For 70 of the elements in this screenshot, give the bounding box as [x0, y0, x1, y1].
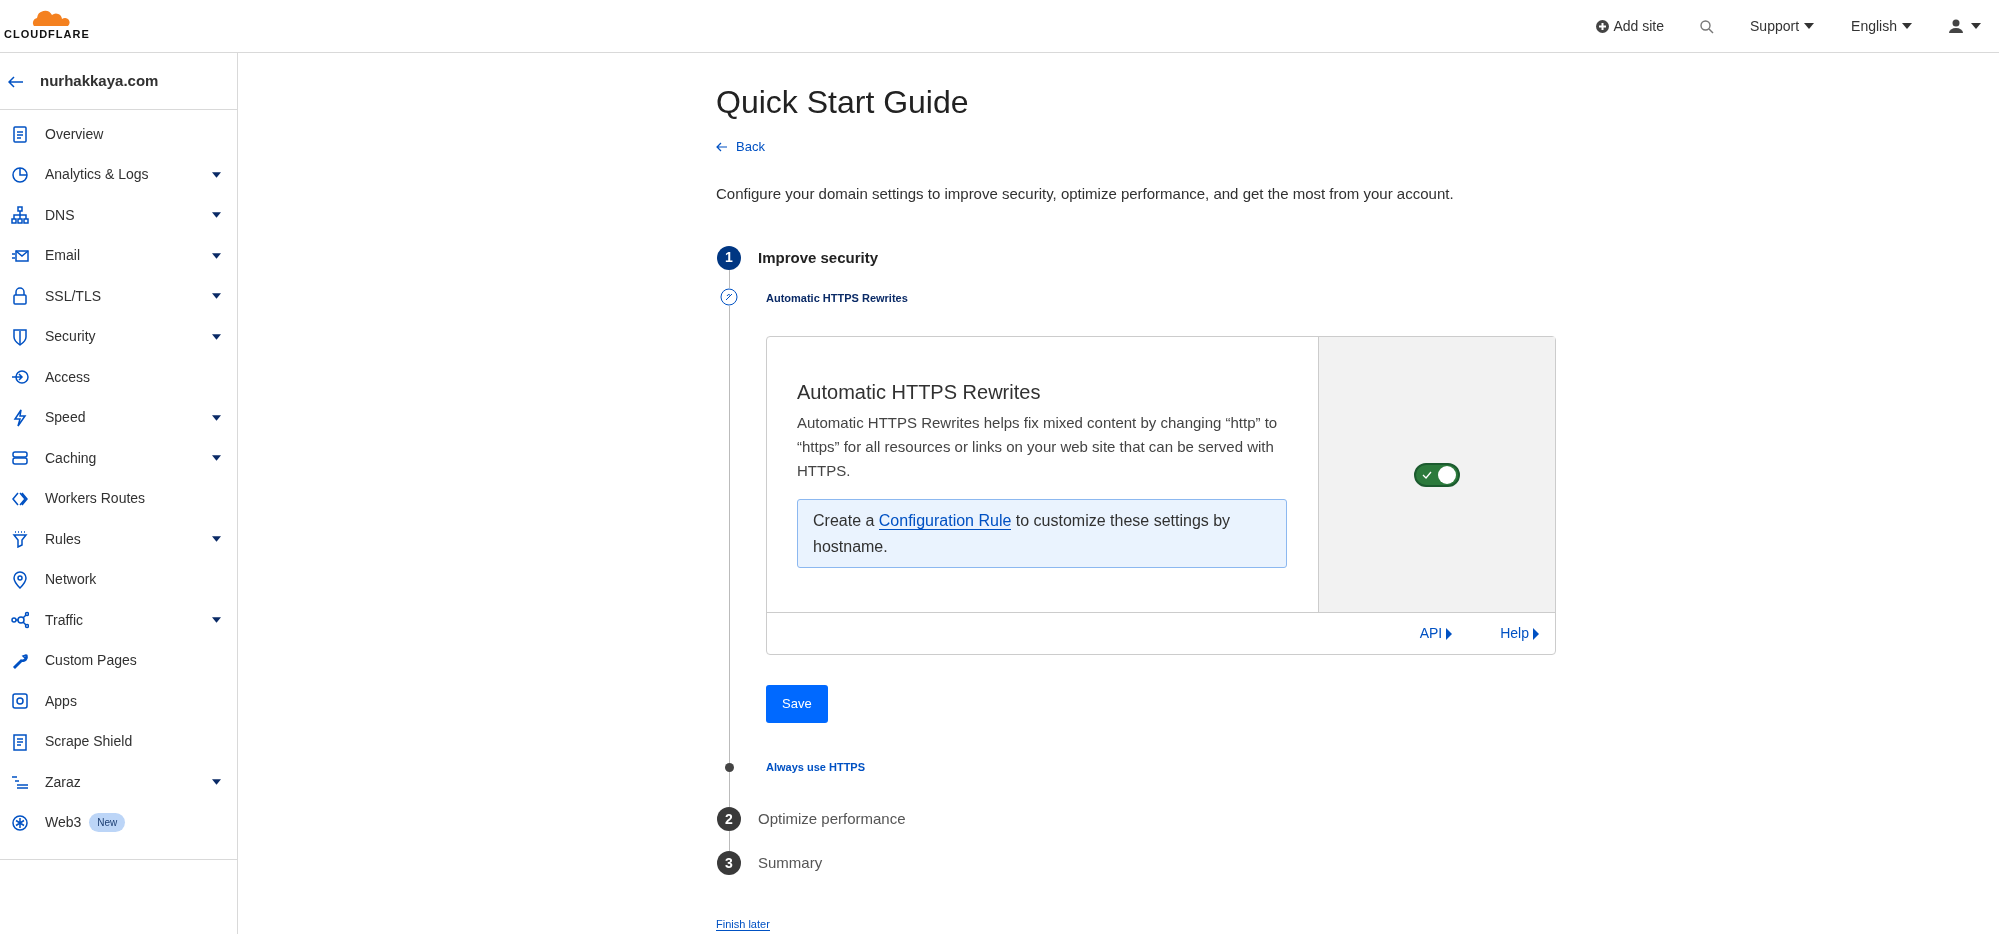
sidebar-item[interactable]: Traffic — [0, 600, 237, 641]
footer-link[interactable]: Help — [1500, 623, 1539, 645]
sidebar-item[interactable]: Custom Pages — [0, 640, 237, 681]
domain-name: nurhakkaya.com — [40, 70, 159, 91]
wrench-icon — [11, 651, 29, 670]
toggle-switch[interactable] — [1414, 462, 1460, 487]
sitemap-icon — [11, 206, 29, 225]
cloud-logo-icon — [30, 9, 70, 27]
caret-icon — [1901, 23, 1913, 29]
sidebar-item[interactable]: Access — [0, 357, 237, 398]
save-button[interactable]: Save — [766, 685, 828, 723]
funnel-icon — [11, 530, 29, 549]
sidebar-item[interactable]: Zaraz — [0, 762, 237, 803]
info-note: Create a Configuration Rule to customize these settings by hostname. — [797, 499, 1287, 569]
support-dropdown[interactable]: Support — [1750, 15, 1816, 37]
plus-circle-icon — [1596, 19, 1610, 33]
left-arrow-icon — [716, 142, 728, 153]
caret-icon — [1803, 23, 1816, 29]
sidebar-item[interactable]: Rules — [0, 519, 237, 560]
configuration-rule-link[interactable]: Configuration Rule — [878, 512, 1012, 531]
step-label: Improve security — [758, 247, 879, 268]
lock-icon — [11, 287, 29, 306]
card-title: Automatic HTTPS Rewrites — [797, 380, 1042, 406]
snowflake-icon — [11, 813, 29, 832]
sidebar-item[interactable]: Workers Routes — [0, 478, 237, 519]
user-menu-button[interactable] — [1949, 19, 1981, 33]
step-label: Summary — [758, 853, 823, 874]
back-link[interactable]: Back — [716, 137, 765, 157]
language-dropdown[interactable]: English — [1851, 15, 1913, 37]
lightning-icon — [11, 408, 29, 427]
triangle-right-icon — [1446, 627, 1453, 640]
sidebar-item[interactable]: Analytics & Logs — [0, 154, 237, 195]
clipboard-icon — [11, 125, 29, 144]
sidebar-item[interactable]: SSL/TLS — [0, 276, 237, 317]
step-number: 3 — [717, 851, 741, 876]
footer-link[interactable]: API — [1419, 623, 1453, 645]
triangle-right-icon — [1533, 627, 1539, 640]
sidebar-item[interactable]: Network — [0, 559, 237, 600]
sidebar-item[interactable]: Caching — [0, 438, 237, 479]
finish-later-link[interactable]: Finish later — [716, 918, 770, 932]
document-icon — [11, 732, 29, 751]
sidebar-item[interactable]: Speed — [0, 397, 237, 438]
sidebar-item[interactable]: Overview — [0, 114, 237, 155]
sidebar-item[interactable]: Scrape Shield — [0, 721, 237, 762]
step-label: Optimize performance — [758, 809, 906, 830]
sidebar-item[interactable]: DNS — [0, 195, 237, 236]
card-description: Automatic HTTPS Rewrites helps fix mixed content by changing “http” to “https” for all resources or links on your web site that can be served with HTTPS. — [797, 413, 1279, 482]
new-badge: New — [89, 813, 126, 833]
caret-icon — [1971, 23, 1981, 29]
user-icon — [1949, 19, 1963, 33]
sidebar-item[interactable]: Apps — [0, 681, 237, 722]
step-number: 1 — [717, 245, 741, 270]
substep-link[interactable]: Always use HTTPS — [766, 758, 1999, 776]
stacked-layers-icon — [11, 449, 29, 468]
page-description: Configure your domain settings to improve security, optimize performance, and get the most from your account. — [716, 184, 1455, 205]
location-pin-icon — [11, 570, 29, 589]
sidebar-item[interactable]: Web3 New — [0, 802, 237, 843]
pie-chart-icon — [11, 165, 29, 184]
sidebar-item[interactable]: Email — [0, 235, 237, 276]
sidebar-item[interactable]: Security — [0, 316, 237, 357]
add-site-button[interactable]: Add site — [1596, 15, 1665, 37]
bars-icon — [11, 773, 29, 792]
sign-in-icon — [11, 368, 29, 387]
page-title: Quick Start Guide — [716, 83, 970, 122]
step-number: 2 — [717, 807, 741, 832]
logo-text: CLOUDFLARE — [4, 27, 90, 43]
shield-icon — [11, 327, 29, 346]
nodes-icon — [11, 611, 29, 630]
substep-link[interactable]: Automatic HTTPS Rewrites — [766, 289, 1999, 307]
check-icon — [1422, 470, 1432, 479]
